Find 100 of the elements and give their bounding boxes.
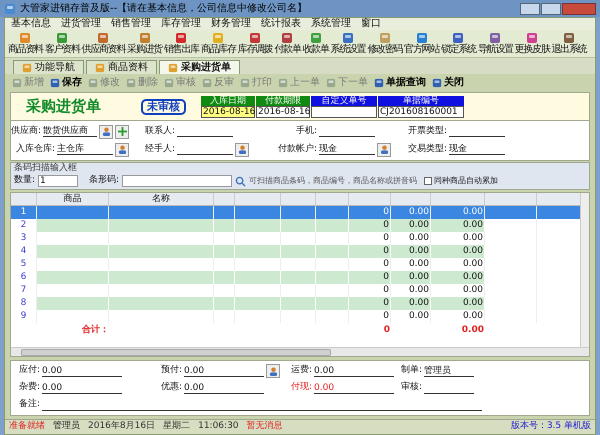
toolbar-button[interactable]: 退出系统 [551,32,586,55]
header-label: 单据编号 [378,96,464,106]
status-text: 11:06:30 [198,420,239,434]
menu-item[interactable]: 进货管理 [61,19,101,29]
toolbar-button[interactable]: 库存调拨 [238,32,272,55]
column-header[interactable]: 名称 [152,194,170,204]
action-icon [240,78,250,88]
table-row[interactable]: 1 0 0.00 0.00 [11,206,580,219]
toolbar-button[interactable]: 导航设置 [478,32,513,55]
toolbar-button[interactable]: 修改密码 [367,32,402,55]
header-label: 自定义单号 [311,96,377,106]
input-field[interactable]: 散货供应商 [43,126,97,137]
input-field[interactable]: 管理员 [424,366,474,376]
vertical-scrollbar[interactable] [580,193,589,347]
pick-button[interactable] [266,364,280,378]
input-field[interactable]: 0.00 [314,382,394,394]
field-label: 经手人: [144,142,175,156]
table-row[interactable]: 2 0 0.00 0.00 [11,219,580,232]
input-field[interactable]: 0.00 [42,382,122,394]
field-label: 入库仓库: [16,142,55,156]
field-label: 运费: [291,364,312,378]
quantity-field[interactable]: 1 [38,175,78,187]
barcode-field[interactable] [122,175,232,187]
input-field[interactable]: 0.00 [42,366,122,376]
header-field[interactable] [311,106,377,118]
scrollbar-thumb[interactable] [21,348,331,356]
row-number: 2 [20,220,26,230]
table-cell: 0 [383,272,389,282]
status-text: 2016年8月16日 [88,420,156,434]
toolbar-button[interactable]: 商品资料 [8,32,43,55]
menu-item[interactable]: 基本信息 [11,19,51,29]
row-number: 8 [20,298,26,308]
people-icon [102,127,110,136]
action-button[interactable]: 单据查询 [374,78,426,88]
table-row[interactable]: 6 0 0.00 0.00 [11,271,580,284]
pick-button[interactable] [377,142,391,156]
table-row[interactable]: 9 0 0.00 0.00 [11,310,580,323]
row-number: 9 [20,311,26,321]
menu-item[interactable]: 销售管理 [111,19,151,29]
action-icon [326,78,336,88]
table-cell: 0.00 [462,233,483,243]
table-cell: 0.00 [462,259,483,269]
tab-icon [95,62,105,72]
input-field[interactable]: 主仓库 [57,144,113,155]
table-cell: 0.00 [462,298,483,308]
table-row[interactable]: 4 0 0.00 0.00 [11,245,580,258]
column-header[interactable]: 商品 [64,194,82,204]
pick-button[interactable] [115,142,129,156]
header-label: 付款期限 [256,96,310,106]
status-text: 星期二 [163,420,190,434]
action-icon [278,78,288,88]
menu-item[interactable]: 系统管理 [311,19,351,29]
table-cell: 0 [383,207,389,217]
add-button[interactable] [115,124,129,138]
toolbar-button[interactable]: 收款单 [302,32,329,55]
field-label: 手机: [296,124,317,138]
horizontal-scrollbar[interactable] [11,347,589,356]
tab-icon [22,62,32,72]
input-field[interactable]: 0.00 [314,366,394,376]
action-button[interactable]: 保存 [50,78,82,88]
pick-button[interactable] [235,142,249,156]
maximize-button[interactable] [541,2,561,14]
table-cell: 0 [383,246,389,256]
table-row[interactable]: 8 0 0.00 0.00 [11,297,580,310]
toolbar-button[interactable]: 付款单 [274,32,300,55]
pick-button[interactable] [99,124,113,138]
menu-item[interactable]: 库存管理 [161,19,201,29]
checkbox[interactable] [424,177,432,185]
table-cell: 0 [383,298,389,308]
menu-item[interactable]: 财务管理 [211,19,251,29]
table-cell: 0.00 [408,246,429,256]
input-field[interactable]: 现金 [319,144,375,155]
tab[interactable]: 商品资料 [86,60,157,74]
toolbar-button[interactable]: 更换皮肤 [514,32,550,55]
input-field[interactable]: 0.00 [184,382,264,394]
minimize-button[interactable] [520,2,540,14]
toolbar-button[interactable]: 商品库存 [200,32,236,55]
toolbar-button[interactable]: 客户资料 [44,32,80,55]
action-button[interactable]: 关闭 [432,78,464,88]
input-field[interactable]: 现金 [449,144,505,155]
menu-item[interactable]: 窗口 [361,19,381,29]
toolbar-button[interactable]: 采购进货 [127,32,162,55]
row-number: 5 [20,259,26,269]
menu-item[interactable]: 统计报表 [261,19,301,29]
input-field[interactable]: 0.00 [184,366,264,376]
header-field[interactable]: CJ201608160001 [378,106,464,118]
checkbox-label: 同种商品自动累加 [434,175,498,187]
action-icon [432,78,442,88]
toolbar-button[interactable]: 销售出库 [164,32,199,55]
group-title: 条码扫描输入框 [14,163,78,174]
tab[interactable]: 采购进货单 [159,60,240,74]
toolbar-button[interactable]: 供应商资料 [82,32,126,55]
close-button[interactable] [562,2,596,14]
toolbar-button[interactable]: 锁定系统 [441,32,476,55]
toolbar-button[interactable]: 官方网站 [404,32,440,55]
table-cell: 0 [383,220,389,230]
table-cell: 0.00 [408,272,429,282]
total-amount: 0.00 [462,325,484,336]
toolbar-button[interactable]: 系统设置 [330,32,366,55]
tab[interactable]: 功能导航 [13,60,84,74]
